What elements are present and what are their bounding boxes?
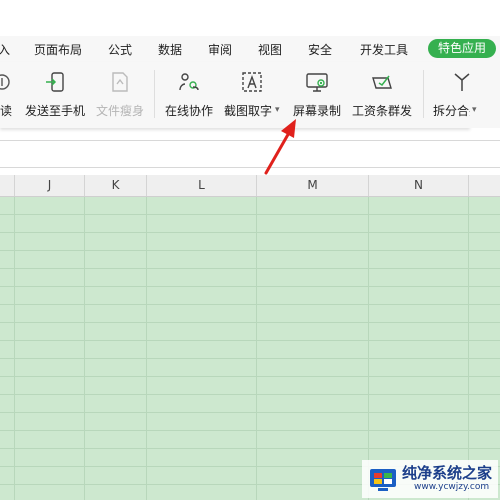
grid-line xyxy=(14,197,15,500)
online-collab-label: 在线协作 xyxy=(165,104,214,118)
split-merge-button[interactable]: 拆分合并 xyxy=(430,62,481,128)
grid-line xyxy=(84,197,85,500)
watermark-logo-icon xyxy=(368,464,398,494)
menu-review[interactable]: 审阅 xyxy=(208,41,232,58)
column-header-j[interactable]: J xyxy=(15,175,85,196)
payslip-send-label: 工资条群发 xyxy=(352,104,413,118)
menu-data[interactable]: 数据 xyxy=(158,41,182,58)
file-slim-icon xyxy=(108,70,132,94)
menu-insert[interactable]: 入 xyxy=(0,41,10,58)
grid-line xyxy=(146,197,147,500)
ribbon-overflow: ▾ xyxy=(470,62,500,128)
send-to-phone-icon xyxy=(44,70,68,94)
menu-page-layout[interactable]: 页面布局 xyxy=(34,41,82,58)
menu-formula[interactable]: 公式 xyxy=(108,41,132,58)
ribbon-toolbar: 朗读 发送至手机 文件瘦身 在线协作 截图取字 ▾ 屏幕录制 xyxy=(0,62,481,128)
formula-bar[interactable] xyxy=(0,140,500,168)
chevron-down-icon[interactable]: ▾ xyxy=(472,105,477,115)
screen-record-button[interactable]: 屏幕录制 xyxy=(290,62,344,128)
menu-view[interactable]: 视图 xyxy=(258,41,282,58)
cell-grid[interactable] xyxy=(0,197,500,500)
column-header-l[interactable]: L xyxy=(147,175,257,196)
screenshot-ocr-icon xyxy=(240,70,264,94)
screen-record-icon xyxy=(305,70,329,94)
online-collab-button[interactable]: 在线协作 xyxy=(162,62,216,128)
column-header-k[interactable]: K xyxy=(85,175,147,196)
grid-line xyxy=(468,197,469,500)
screen-record-label: 屏幕录制 xyxy=(293,104,342,118)
send-to-phone-button[interactable]: 发送至手机 xyxy=(24,62,88,128)
file-slim-button[interactable]: 文件瘦身 xyxy=(94,62,148,128)
menu-special-apps[interactable]: 特色应用 xyxy=(428,39,496,58)
payslip-send-icon xyxy=(370,70,394,94)
toolbar-divider xyxy=(154,70,155,118)
column-header[interactable] xyxy=(469,175,500,196)
file-slim-label: 文件瘦身 xyxy=(96,104,145,118)
column-header-m[interactable]: M xyxy=(257,175,369,196)
online-collab-icon xyxy=(177,70,201,94)
read-aloud-label: 朗读 xyxy=(0,104,13,118)
grid-line xyxy=(368,197,369,500)
menu-security[interactable]: 安全 xyxy=(308,41,332,58)
watermark-title: 纯净系统之家 xyxy=(402,464,493,482)
read-aloud-button[interactable]: 朗读 xyxy=(0,62,20,128)
screenshot-ocr-button[interactable]: 截图取字 ▾ xyxy=(222,62,284,128)
column-header[interactable] xyxy=(0,175,15,196)
send-to-phone-label: 发送至手机 xyxy=(25,104,86,118)
column-header-row: J K L M N xyxy=(0,175,500,197)
payslip-send-button[interactable]: 工资条群发 xyxy=(350,62,416,128)
watermark: 纯净系统之家 www.ycwjzy.com xyxy=(362,460,498,498)
grid-line xyxy=(256,197,257,500)
column-header-n[interactable]: N xyxy=(369,175,469,196)
menu-dev-tools[interactable]: 开发工具 xyxy=(360,41,408,58)
screenshot-ocr-label: 截图取字 xyxy=(224,104,273,118)
watermark-url: www.ycwjzy.com xyxy=(414,482,490,492)
menu-bar: 入 页面布局 公式 数据 审阅 视图 安全 开发工具 特色应用 xyxy=(0,36,500,62)
chevron-down-icon[interactable]: ▾ xyxy=(275,105,280,115)
read-aloud-icon xyxy=(0,70,14,94)
toolbar-divider xyxy=(423,70,424,118)
